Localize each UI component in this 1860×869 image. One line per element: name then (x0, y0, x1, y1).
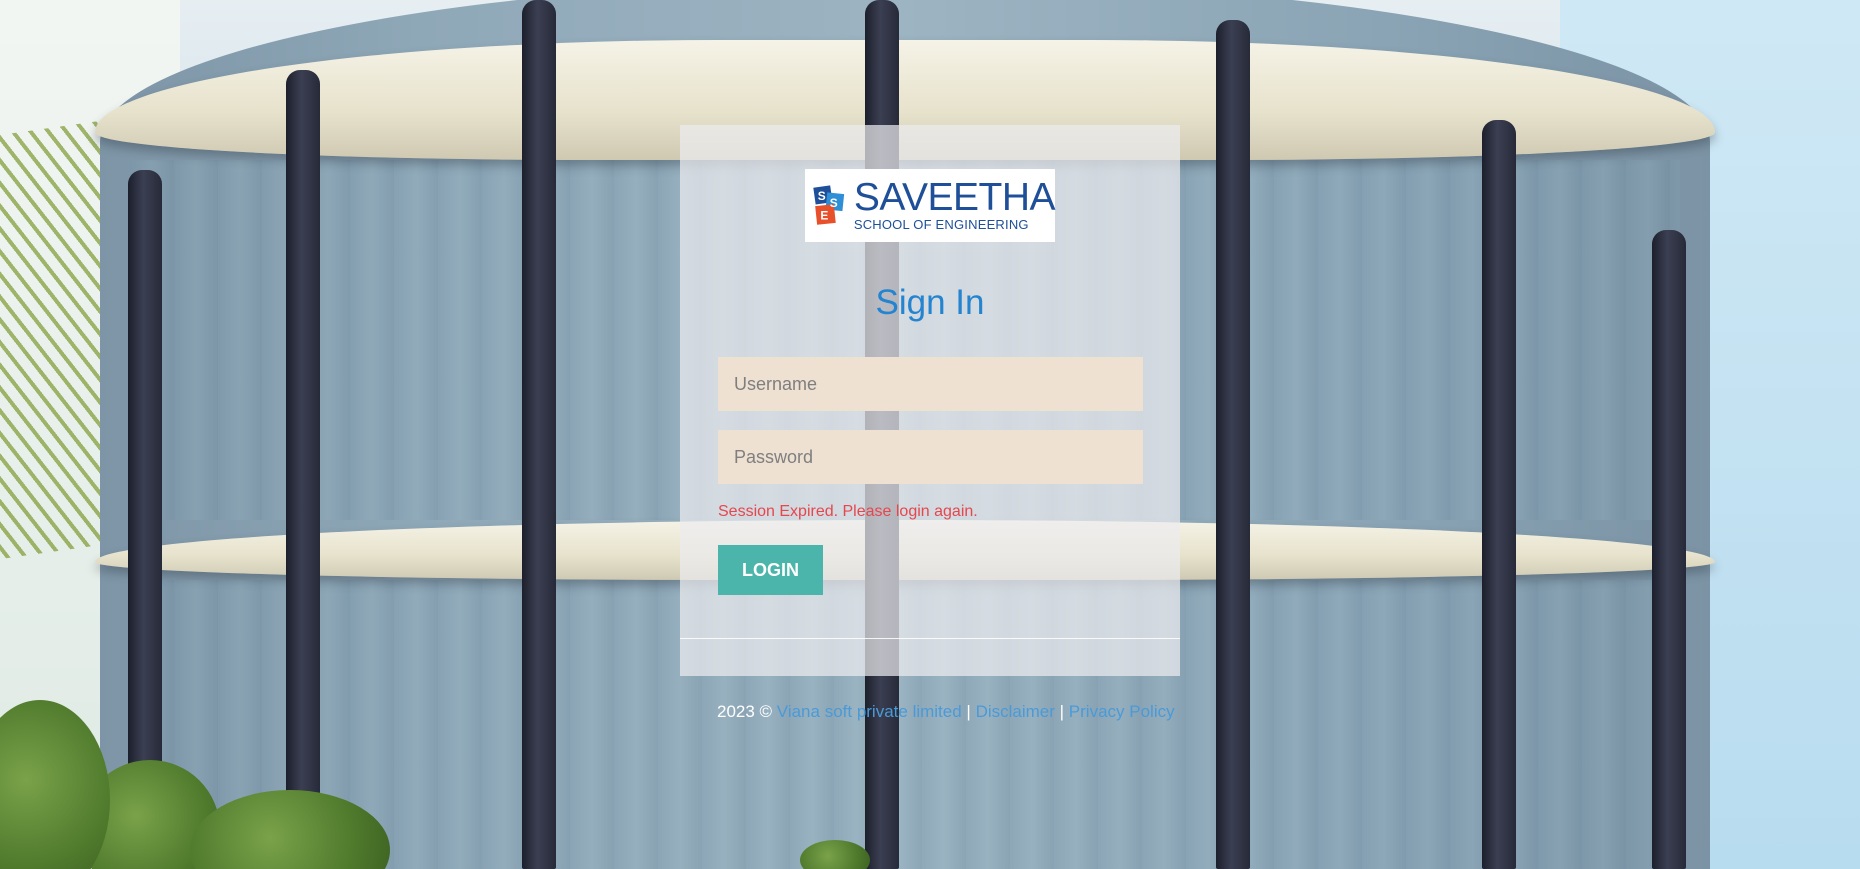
footer-copyright: 2023 © (717, 702, 777, 721)
session-expired-message: Session Expired. Please login again. (718, 503, 978, 520)
building-pillar (1216, 20, 1250, 869)
logo-name: SAVEETHA (853, 175, 1056, 219)
login-button[interactable]: LOGIN (718, 545, 823, 595)
saveetha-logo: S S E SAVEETHA SCHOOL OF ENGINEERING (805, 169, 1056, 242)
logo-mark-icon: S S E (813, 184, 845, 225)
password-input[interactable] (718, 430, 1143, 484)
svg-text:S: S (830, 195, 838, 209)
footer: 2023 © Viana soft private limited | Disc… (717, 702, 1175, 722)
building-pillar (522, 0, 556, 869)
page-title: Sign In (875, 283, 985, 322)
building-pillar (286, 70, 320, 869)
privacy-policy-link[interactable]: Privacy Policy (1069, 702, 1175, 721)
building-pillar (1482, 120, 1516, 869)
footer-separator: | (961, 702, 976, 721)
svg-text:E: E (820, 208, 828, 222)
company-link[interactable]: Viana soft private limited (777, 702, 962, 721)
disclaimer-link[interactable]: Disclaimer (976, 702, 1055, 721)
svg-text:S: S (818, 189, 826, 203)
footer-separator: | (1054, 702, 1069, 721)
card-divider (680, 638, 1180, 639)
logo-text: SAVEETHA SCHOOL OF ENGINEERING (853, 175, 1056, 233)
username-input[interactable] (718, 357, 1143, 411)
login-card: S S E SAVEETHA SCHOOL OF ENGINEERING Sig… (680, 125, 1180, 676)
building-pillar (1652, 230, 1686, 869)
logo-subtitle: SCHOOL OF ENGINEERING (853, 216, 1029, 232)
